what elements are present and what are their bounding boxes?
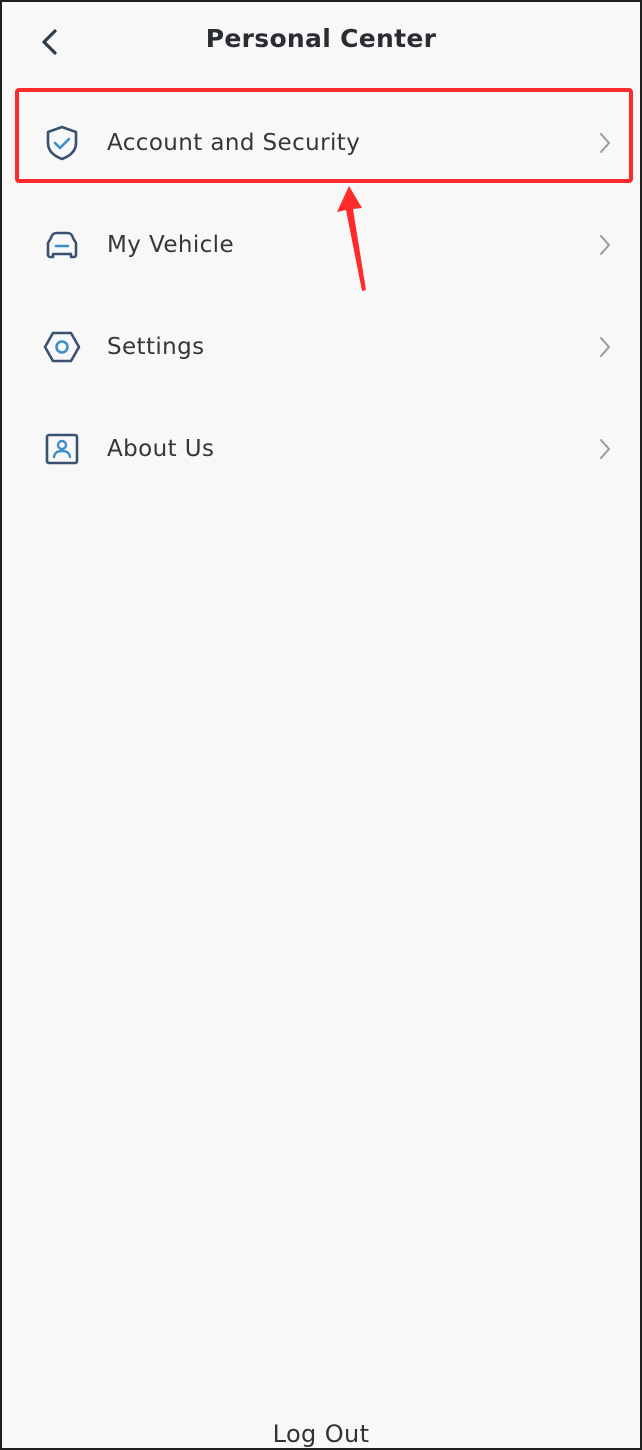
menu-item-account-and-security[interactable]: Account and Security <box>2 92 640 194</box>
id-card-icon <box>42 429 82 469</box>
chevron-right-icon <box>594 335 616 359</box>
chevron-right-icon <box>594 233 616 257</box>
menu-item-label: Settings <box>107 334 205 360</box>
menu-item-about-us[interactable]: About Us <box>2 398 640 500</box>
app-screen: Personal Center Account and Security My … <box>0 0 642 1450</box>
car-icon <box>42 225 82 265</box>
header: Personal Center <box>2 2 640 82</box>
logout-button[interactable]: Log Out <box>2 1420 640 1448</box>
menu-item-label: My Vehicle <box>107 232 235 258</box>
chevron-right-icon <box>594 437 616 461</box>
page-title: Personal Center <box>205 24 437 53</box>
hexagon-settings-icon <box>42 327 82 367</box>
chevron-right-icon <box>594 131 616 155</box>
shield-check-icon <box>42 123 82 163</box>
menu-item-my-vehicle[interactable]: My Vehicle <box>2 194 640 296</box>
menu-item-label: About Us <box>107 436 215 462</box>
menu-item-label: Account and Security <box>107 130 361 156</box>
menu-list: Account and Security My Vehicle Settings… <box>2 92 640 500</box>
menu-item-settings[interactable]: Settings <box>2 296 640 398</box>
